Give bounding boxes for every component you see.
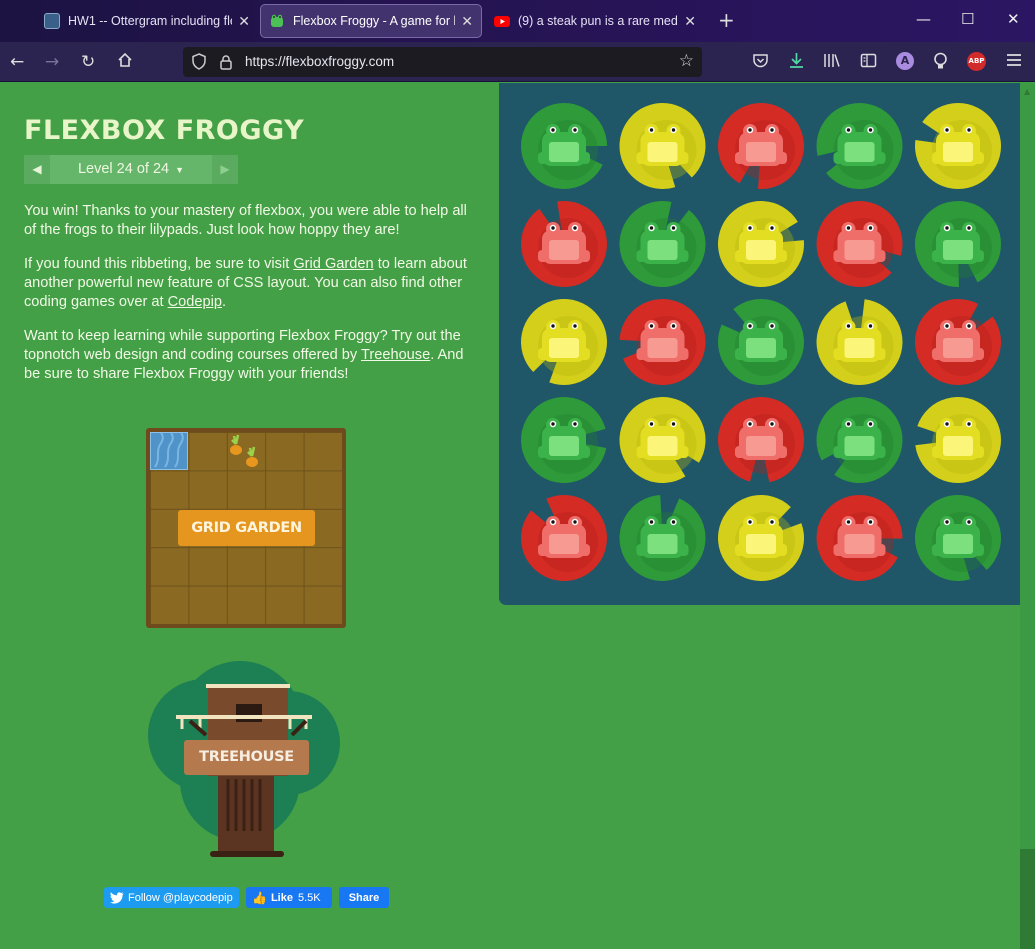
next-level-button[interactable]: ▶: [212, 155, 238, 184]
pond-svg: [521, 103, 1001, 581]
lilypad-red: [521, 494, 607, 581]
treehouse-button[interactable]: TREEHOUSE: [184, 740, 309, 775]
lilypad-yellow: [718, 495, 804, 581]
tab-flexbox-froggy[interactable]: Flexbox Froggy - A game for lea ✕: [260, 4, 482, 38]
like-count: 5.5K: [297, 891, 321, 904]
lilypad-yellow: [915, 103, 1001, 189]
shield-icon[interactable]: [191, 53, 207, 74]
twitter-bird-icon: [110, 891, 124, 904]
forward-icon[interactable]: →: [45, 52, 59, 72]
treehouse-link[interactable]: Treehouse: [361, 347, 430, 363]
pocket-icon[interactable]: [752, 52, 769, 73]
grid-garden-message: If you found this ribbeting, be sure to …: [24, 255, 480, 312]
downloads-icon[interactable]: [788, 52, 805, 73]
lilypad-green: [619, 495, 706, 581]
lilypad-yellow: [718, 200, 804, 287]
grid-garden-link[interactable]: Grid Garden: [293, 256, 373, 272]
close-tab-icon[interactable]: ✕: [238, 13, 250, 30]
twitter-follow-button[interactable]: Follow @playcodepip: [104, 887, 239, 908]
grid-garden-button[interactable]: GRID GARDEN: [178, 510, 315, 546]
frog-icon: [269, 13, 285, 29]
vertical-scrollbar[interactable]: ▲ ▼: [1020, 83, 1035, 949]
minimize-button[interactable]: —: [916, 10, 931, 28]
close-tab-icon[interactable]: ✕: [684, 13, 696, 30]
bookmark-star-icon[interactable]: ☆: [679, 51, 694, 71]
account-avatar-icon[interactable]: A: [896, 52, 914, 70]
lilypad-red: [521, 201, 607, 287]
previous-level-button[interactable]: ◀: [24, 155, 50, 184]
lilypad-green: [816, 397, 903, 483]
address-bar[interactable]: https://flexboxfroggy.com ☆: [183, 47, 702, 77]
level-dropdown[interactable]: Level 24 of 24 ▼: [50, 155, 212, 184]
lilypad-green: [521, 397, 607, 484]
text-span: .: [221, 294, 227, 310]
tab-title: (9) a steak pun is a rare medium: [518, 14, 678, 28]
lilypad-yellow: [915, 396, 1001, 483]
facebook-share-button[interactable]: Share: [339, 887, 389, 908]
scroll-down-arrow[interactable]: ▼: [1024, 933, 1030, 942]
tab-youtube[interactable]: (9) a steak pun is a rare medium ✕: [486, 4, 704, 38]
lilypad-red: [816, 200, 903, 287]
facebook-like-button[interactable]: 👍 Like 5.5K: [246, 887, 332, 908]
sidebar-icon[interactable]: [860, 52, 877, 73]
home-icon[interactable]: [117, 52, 133, 73]
tab-bar: HW1 -- Ottergram including fle ✕ Flexbox…: [0, 0, 1035, 42]
thumbs-up-icon: 👍: [252, 890, 267, 905]
like-label: Like: [270, 891, 293, 904]
page-content: FLEXBOX FROGGY ◀ Level 24 of 24 ▼ ▶ You w…: [0, 83, 1020, 949]
reload-icon[interactable]: ↻: [81, 52, 95, 72]
url-text[interactable]: https://flexboxfroggy.com: [245, 54, 394, 69]
youtube-icon: [494, 13, 510, 29]
carrot-icon: [230, 434, 258, 467]
lilypad-yellow: [521, 299, 607, 385]
lilypad-yellow: [619, 103, 706, 189]
close-tab-icon[interactable]: ✕: [461, 13, 473, 30]
pond-board: [499, 83, 1020, 605]
lilypad-red: [816, 494, 903, 581]
lilypad-green: [915, 495, 1001, 581]
back-icon[interactable]: ←: [10, 52, 24, 72]
lock-icon[interactable]: [219, 54, 233, 74]
garden-water-tile: [150, 432, 188, 470]
scroll-up-arrow[interactable]: ▲: [1024, 87, 1030, 96]
lilypad-red: [915, 299, 1001, 385]
level-label: Level 24 of 24: [77, 161, 170, 177]
lilypad-red: [718, 103, 804, 190]
lilypad-yellow: [816, 299, 903, 385]
lilypad-red: [718, 397, 804, 483]
lilypad-red: [619, 299, 706, 386]
tab-title: Flexbox Froggy - A game for lea: [293, 14, 456, 28]
lightbulb-extension-icon[interactable]: [932, 52, 949, 74]
level-selector[interactable]: ◀ Level 24 of 24 ▼ ▶: [24, 155, 238, 184]
tab-title: HW1 -- Ottergram including fle: [68, 14, 233, 28]
win-message: You win! Thanks to your mastery of flexb…: [24, 203, 467, 238]
lilypad-yellow: [619, 396, 706, 483]
adblock-plus-icon[interactable]: ABP: [967, 52, 986, 71]
ottergram-icon: [44, 13, 60, 29]
navigation-bar: ← → ↻ https://flexboxfroggy.com ☆ A ABP: [0, 42, 1035, 82]
lilypad-green: [915, 200, 1001, 287]
page-title: FLEXBOX FROGGY: [24, 115, 305, 146]
maximize-button[interactable]: ☐: [961, 10, 974, 28]
lilypad-green: [619, 200, 706, 287]
menu-icon[interactable]: [1006, 52, 1022, 72]
treehouse-message: Want to keep learning while supporting F…: [24, 327, 480, 384]
lilypad-green: [521, 103, 607, 189]
close-window-button[interactable]: ✕: [1007, 10, 1020, 28]
caret-down-icon: ▼: [175, 165, 185, 175]
lilypad-green: [816, 103, 903, 190]
twitter-follow-label: Follow @playcodepip: [128, 891, 233, 904]
new-tab-button[interactable]: +: [718, 8, 735, 32]
library-icon[interactable]: [823, 52, 840, 73]
tab-ottergram[interactable]: HW1 -- Ottergram including fle ✕: [36, 4, 258, 38]
text-span: If you found this ribbeting, be sure to …: [24, 256, 294, 272]
lilypad-green: [718, 299, 804, 385]
codepip-link[interactable]: Codepip: [168, 294, 222, 310]
